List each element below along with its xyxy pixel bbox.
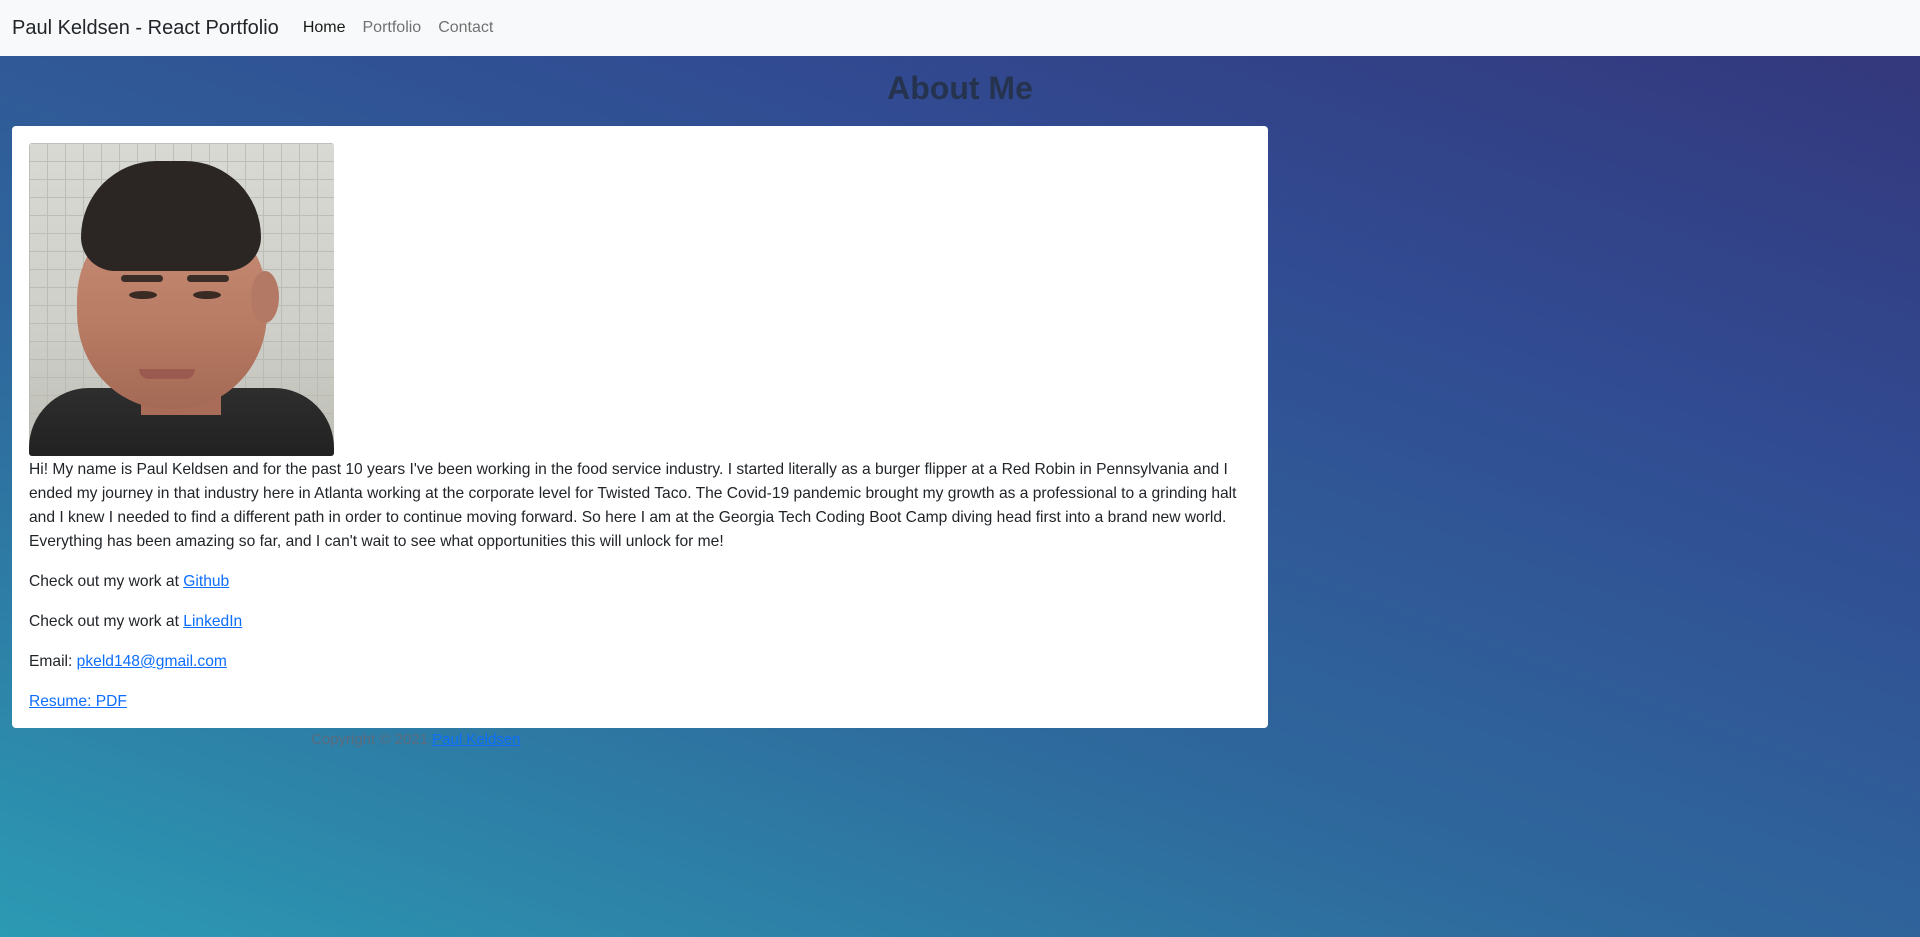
photo-brow-left	[121, 275, 163, 282]
github-line: Check out my work at Github	[29, 570, 1251, 594]
navbar-brand[interactable]: Paul Keldsen - React Portfolio	[12, 17, 279, 40]
nav-link-contact[interactable]: Contact	[438, 19, 493, 37]
nav-link-home[interactable]: Home	[303, 19, 346, 37]
footer: Copyright © 2021 Paul Keldsen	[311, 731, 521, 748]
email-link[interactable]: pkeld148@gmail.com	[77, 653, 227, 670]
linkedin-prefix: Check out my work at	[29, 613, 184, 630]
linkedin-line: Check out my work at LinkedIn	[29, 610, 1251, 634]
page-title: About Me	[887, 70, 1033, 106]
resume-link[interactable]: Resume: PDF	[29, 693, 127, 710]
footer-copyright: Copyright © 2021	[311, 731, 428, 748]
photo-eye-left	[129, 291, 157, 299]
bio-paragraph: Hi! My name is Paul Keldsen and for the …	[29, 461, 1237, 550]
email-line: Email: pkeld148@gmail.com	[29, 650, 1251, 674]
about-card: Hi! My name is Paul Keldsen and for the …	[12, 126, 1268, 728]
photo-brow-right	[187, 275, 229, 282]
email-prefix: Email:	[29, 653, 77, 670]
linkedin-link[interactable]: LinkedIn	[183, 613, 242, 630]
github-prefix: Check out my work at	[29, 573, 184, 590]
photo-eye-right	[193, 291, 221, 299]
profile-photo	[29, 143, 334, 456]
nav-link-portfolio[interactable]: Portfolio	[363, 19, 422, 37]
resume-line: Resume: PDF	[29, 690, 1251, 714]
photo-mouth	[139, 369, 195, 379]
navbar: Paul Keldsen - React Portfolio Home Port…	[0, 0, 1920, 56]
footer-author-link[interactable]: Paul Keldsen	[432, 731, 520, 748]
github-link[interactable]: Github	[183, 573, 229, 590]
photo-ear	[251, 271, 279, 323]
